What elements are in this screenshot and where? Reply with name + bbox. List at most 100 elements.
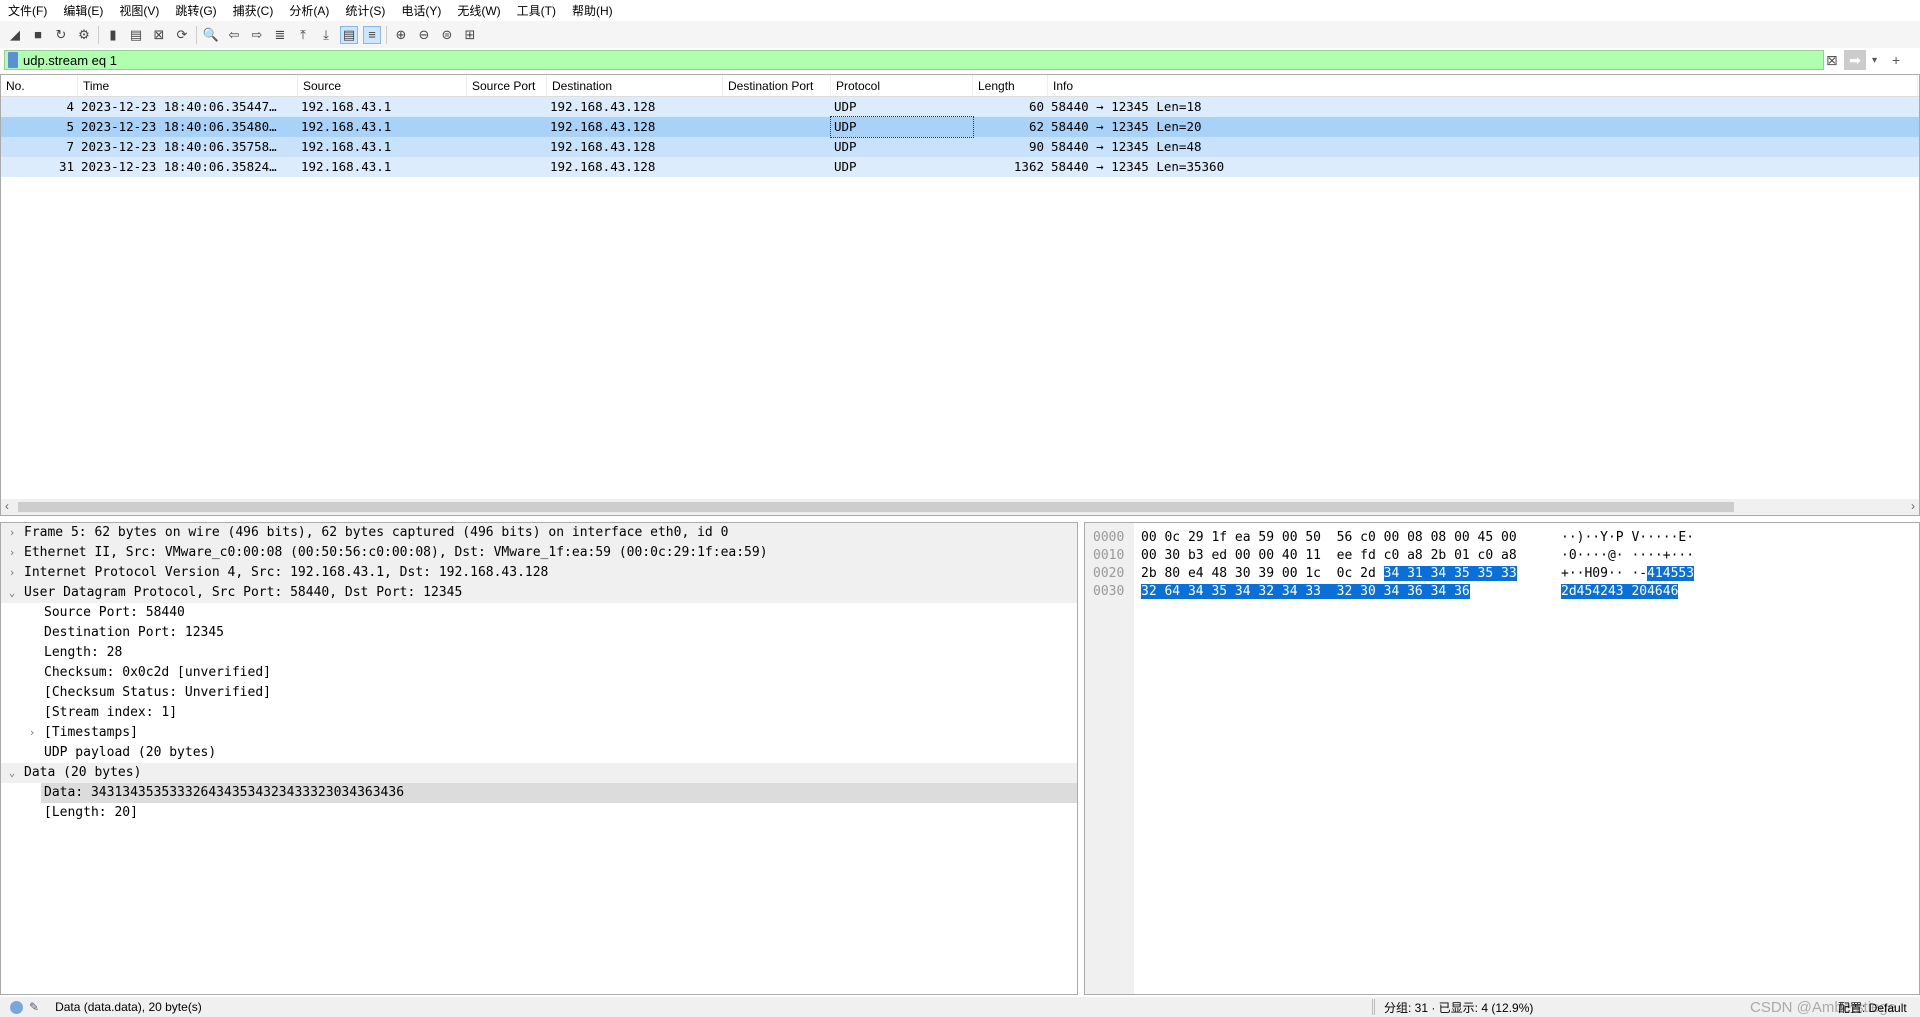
tree-item[interactable]: › [Timestamps] [1,723,1077,743]
filter-history-dropdown[interactable]: ▾ [1872,50,1877,70]
menu-item[interactable]: 电话(Y) [401,2,441,19]
first-packet-icon[interactable]: ⤒ [294,26,312,44]
tree-item[interactable]: [Length: 20] [1,803,1077,823]
column-header[interactable]: Source Port [467,75,547,96]
cell-src: 192.168.43.1 [301,139,392,154]
autoscroll-icon[interactable]: ▤ [340,25,358,44]
horizontal-scrollbar[interactable]: ‹ › [1,499,1919,515]
table-row[interactable]: 4 2023-12-23 18:40:06.35447… 192.168.43.1 1… [1,97,1919,117]
column-header[interactable]: Destination Port [723,75,831,96]
resize-columns-icon[interactable]: ⊞ [461,26,479,44]
scroll-left-icon[interactable]: ‹ [5,499,9,513]
column-header[interactable]: Info [1048,75,1918,96]
table-row[interactable]: 31 2023-12-23 18:40:06.35824… 192.168.43.1… [1,157,1919,177]
menu-item[interactable]: 分析(A) [289,2,329,19]
zoom-in-icon[interactable]: ⊕ [392,26,410,44]
tree-item[interactable]: › Ethernet II, Src: VMware_c0:00:08 (00:5… [1,543,1077,563]
menu-item[interactable]: 统计(S) [345,2,385,19]
table-row[interactable]: 5 2023-12-23 18:40:06.35480… 192.168.43.1 1… [1,116,1919,138]
reload-icon[interactable]: ⟳ [173,26,191,44]
hex-bytes[interactable]: 32 64 34 35 34 32 34 33 32 30 34 36 34 3… [1141,583,1470,601]
tree-item[interactable]: Data: 3431343535333264343534323433323034… [41,783,1077,803]
options-gear-icon[interactable]: ⚙ [75,26,93,44]
hex-offset: 0030 [1093,584,1125,599]
back-icon[interactable]: ⇦ [225,26,243,44]
menu-item[interactable]: 帮助(H) [572,2,613,19]
zoom-normal-icon[interactable]: ⊜ [438,26,456,44]
hex-bytes[interactable]: 00 30 b3 ed 00 00 40 11 ee fd c0 a8 2b 0… [1141,547,1517,565]
last-packet-icon[interactable]: ⤓ [317,26,335,44]
tree-item[interactable]: ⌄ Data (20 bytes) [1,763,1077,783]
restart-icon[interactable]: ↻ [52,26,70,44]
collapse-arrow-icon[interactable]: ⌄ [5,583,19,603]
menu-item[interactable]: 无线(W) [457,2,500,19]
tree-item[interactable]: UDP payload (20 bytes) [1,743,1077,763]
go-to-packet-icon[interactable]: ≣ [271,26,289,44]
menu-item[interactable]: 捕获(C) [233,2,274,19]
profile-selector[interactable]: 配置: Default [1838,999,1907,1016]
find-icon[interactable]: 🔍 [202,26,220,44]
collapse-arrow-icon[interactable]: ⌄ [5,763,19,783]
ascii-selected: 2d454243 204646 [1561,584,1679,599]
stop-icon[interactable]: ■ [29,26,47,44]
shark-fin-start-icon[interactable]: ◢ [6,26,24,44]
expand-arrow-icon[interactable]: › [25,723,39,743]
tree-item[interactable]: › Frame 5: 62 bytes on wire (496 bits), 6… [1,523,1077,543]
tree-item[interactable]: Destination Port: 12345 [1,623,1077,643]
hex-bytes[interactable]: 00 0c 29 1f ea 59 00 50 56 c0 00 08 08 0… [1141,529,1517,547]
expand-arrow-icon[interactable]: › [5,523,19,543]
close-file-icon[interactable]: ⊠ [150,26,168,44]
hex-bytes[interactable]: 2b 80 e4 48 30 39 00 1c 0c 2d 34 31 34 3… [1141,565,1517,583]
cell-proto: UDP [830,116,974,138]
cell-sport [467,97,547,117]
expand-arrow-icon[interactable]: › [5,543,19,563]
hex-bytes-selected: 32 64 34 35 34 32 34 33 32 30 34 36 34 3… [1141,584,1470,599]
expert-info-icon[interactable] [10,1000,23,1014]
bookmark-icon[interactable] [8,52,18,68]
edit-comment-icon[interactable]: ✎ [29,1000,39,1014]
zoom-out-icon[interactable]: ⊖ [415,26,433,44]
menu-item[interactable]: 文件(F) [8,2,47,19]
hex-ascii[interactable]: +··H09·· ·-414553 [1561,565,1695,583]
expand-arrow-icon[interactable]: › [5,563,19,583]
column-header[interactable]: No. [1,75,78,96]
menu-item[interactable]: 工具(T) [517,2,556,19]
column-header[interactable]: Time [78,75,298,96]
menu-item[interactable]: 编辑(E) [63,2,103,19]
open-folder-icon[interactable]: ▮ [104,26,122,44]
save-icon[interactable]: ▤ [127,26,145,44]
add-filter-button[interactable]: + [1892,50,1900,70]
column-header[interactable]: Length [973,75,1048,96]
cell-len: 62 [1028,119,1044,134]
column-header[interactable]: Source [298,75,467,96]
tree-item[interactable]: Length: 28 [1,643,1077,663]
apply-filter-icon[interactable]: ➡ [1844,50,1866,70]
menu-item[interactable]: 视图(V) [119,2,159,19]
tree-item[interactable]: Source Port: 58440 [1,603,1077,623]
scroll-right-icon[interactable]: › [1911,499,1915,513]
clear-filter-icon[interactable]: ⊠ [1826,50,1838,70]
forward-icon[interactable]: ⇨ [248,26,266,44]
cell-src: 192.168.43.1 [301,119,392,134]
tree-item-label: [Checksum Status: Unverified] [44,685,271,700]
tree-item-label: Destination Port: 12345 [44,625,225,640]
tree-item[interactable]: Checksum: 0x0c2d [unverified] [1,663,1077,683]
column-header[interactable]: Destination [547,75,723,96]
cell-sport [467,137,547,157]
cell-dst: 192.168.43.128 [550,139,656,154]
ascii-plain: +··H09·· ·- [1561,566,1648,581]
scrollbar-thumb[interactable] [18,502,1734,512]
column-header[interactable]: Protocol [831,75,973,96]
display-filter-input[interactable] [23,52,1823,68]
hex-ascii[interactable]: 2d454243 204646 [1561,583,1679,601]
hex-bytes-plain: 00 30 b3 ed 00 00 40 11 ee fd c0 a8 2b 0… [1141,548,1517,563]
tree-item[interactable]: [Stream index: 1] [1,703,1077,723]
tree-item[interactable]: › Internet Protocol Version 4, Src: 192.1… [1,563,1077,583]
table-row[interactable]: 7 2023-12-23 18:40:06.35758… 192.168.43.1 1… [1,137,1919,157]
tree-item[interactable]: [Checksum Status: Unverified] [1,683,1077,703]
colorize-icon[interactable]: ≡ [363,25,381,44]
hex-ascii[interactable]: ··)··Y·P V·····E· [1561,529,1694,547]
menu-item[interactable]: 跳转(G) [175,2,216,19]
tree-item[interactable]: ⌄ User Datagram Protocol, Src Port: 58440… [1,583,1077,603]
hex-ascii[interactable]: ·0····@· ····+··· [1561,547,1694,565]
